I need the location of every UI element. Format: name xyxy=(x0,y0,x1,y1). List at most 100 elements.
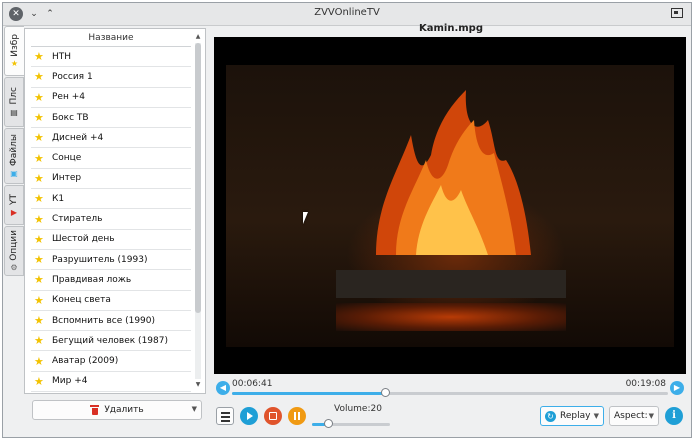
list-item[interactable]: ★ Россия 1 xyxy=(31,67,191,88)
chevron-down-icon[interactable]: ▼ xyxy=(594,412,599,420)
seek-back-icon[interactable]: ◀ xyxy=(216,381,230,395)
volume-label: Volume:20 xyxy=(334,404,382,414)
window-title: ZVVOnlineTV xyxy=(314,7,380,18)
tab-options[interactable]: Опции ⚙ xyxy=(4,226,24,276)
list-item[interactable]: ★ К1 xyxy=(31,189,191,210)
play-button[interactable] xyxy=(240,407,258,425)
tab-files[interactable]: Файлы ▣ xyxy=(4,128,24,184)
channel-list: ★ НТН ★ Россия 1 ★ Рен +4 ★ Бокс ТВ ★ Дисней +4 ★ С… xyxy=(31,47,191,393)
trash-icon xyxy=(90,405,100,415)
star-icon: ★ xyxy=(34,90,44,104)
star-icon: ★ xyxy=(34,171,44,185)
scroll-up-icon[interactable]: ▲ xyxy=(194,33,202,41)
list-item[interactable]: ★ НТН xyxy=(31,47,191,68)
list-item[interactable]: ★ Дисней +4 xyxy=(31,128,191,149)
star-icon: ★ xyxy=(34,374,44,388)
list-item[interactable]: ★ Бокс ТВ xyxy=(31,108,191,129)
restore-icon[interactable] xyxy=(671,8,683,18)
list-item-label: Рен +4 xyxy=(52,92,85,103)
list-item[interactable]: ★ Аватар (2009) xyxy=(31,351,191,372)
file-icon: ▣ xyxy=(10,168,18,178)
list-item-label: Мир +4 xyxy=(52,376,88,387)
list-item-label: Шестой день xyxy=(52,234,115,245)
star-icon: ★ xyxy=(34,273,44,287)
replay-button[interactable]: ↻ Replay ▼ xyxy=(540,406,604,426)
list-item-label: Стиратель xyxy=(52,214,103,225)
seek-forward-icon[interactable]: ▶ xyxy=(670,381,684,395)
list-item-label: Вспомнить все (1990) xyxy=(52,315,156,326)
list-scrollbar[interactable]: ▲ ▼ xyxy=(194,33,202,389)
replay-icon: ↻ xyxy=(545,410,556,422)
menu-icon xyxy=(221,412,230,414)
scroll-thumb[interactable] xyxy=(195,43,201,313)
chevron-down-icon[interactable]: ▼ xyxy=(649,412,654,420)
list-item-label: Бокс ТВ xyxy=(52,112,89,123)
channel-list-panel: Название ★ НТН ★ Россия 1 ★ Рен +4 ★ Бокс ТВ ★ Ди… xyxy=(24,28,206,394)
list-item-label: Интер xyxy=(52,173,82,184)
star-icon: ★ xyxy=(34,70,44,84)
aspect-label: Aspect: xyxy=(614,411,648,421)
star-icon: ★ xyxy=(34,334,44,348)
scroll-track[interactable] xyxy=(195,43,201,379)
video-display[interactable] xyxy=(214,37,686,374)
star-icon: ★ xyxy=(34,253,44,267)
list-item[interactable]: ★ Вспомнить все (1990) xyxy=(31,311,191,332)
list-item-label: Правдивая ложь xyxy=(52,274,132,285)
list-item-label: НТН xyxy=(52,51,72,62)
star-icon: ★ xyxy=(34,212,44,226)
list-item[interactable]: ★ Стиратель xyxy=(31,209,191,230)
list-item[interactable]: ★ Сонце xyxy=(31,148,191,169)
list-item[interactable]: ★ Рен +4 xyxy=(31,88,191,108)
list-item-label: Дисней +4 xyxy=(52,132,104,143)
column-header-name[interactable]: Название xyxy=(31,33,191,47)
star-icon: ★ xyxy=(10,59,19,69)
list-item[interactable]: ★ Конец света xyxy=(31,291,191,311)
list-item-label: Сонце xyxy=(52,153,82,164)
tab-label: Избр xyxy=(9,33,20,57)
tab-label: Опции xyxy=(9,229,19,261)
star-icon: ★ xyxy=(34,131,44,145)
total-time: 00:19:08 xyxy=(625,379,666,389)
playlist-icon: ▤ xyxy=(10,107,18,117)
scroll-down-icon[interactable]: ▼ xyxy=(194,381,202,389)
volume-slider[interactable] xyxy=(312,419,390,428)
list-item[interactable]: ★ Мир +4 xyxy=(31,372,191,393)
list-item[interactable]: ★ Разрушитель (1993) xyxy=(31,250,191,271)
list-item[interactable]: ★ Бегущий человек (1987) xyxy=(31,331,191,352)
video-frame xyxy=(226,65,674,347)
star-icon: ★ xyxy=(34,354,44,368)
seek-handle[interactable] xyxy=(380,388,390,397)
list-item-label: Конец света xyxy=(52,295,111,306)
video-title: Kamin.mpg xyxy=(419,23,483,34)
seek-row: ◀ 00:06:41 00:19:08 ▶ xyxy=(214,379,688,397)
seek-progress-fill xyxy=(232,392,385,395)
aspect-dropdown[interactable]: Aspect: ▼ xyxy=(609,406,659,426)
delete-button[interactable]: Удалить ▼ xyxy=(32,400,202,420)
star-icon: ★ xyxy=(34,232,44,246)
star-icon: ★ xyxy=(34,151,44,165)
list-item[interactable]: ★ Интер xyxy=(31,169,191,190)
side-tabs: Избр ★ Плс ▤ Файлы ▣ YT ▶ Опции ⚙ xyxy=(4,26,24,276)
seek-slider[interactable] xyxy=(232,388,668,397)
pause-button[interactable] xyxy=(288,407,306,425)
tab-youtube[interactable]: YT ▶ xyxy=(4,185,24,225)
chevron-down-icon[interactable]: ▼ xyxy=(192,405,197,413)
menu-button[interactable] xyxy=(216,407,234,425)
list-item[interactable]: ★ Правдивая ложь xyxy=(31,270,191,291)
volume-handle[interactable] xyxy=(323,419,333,428)
list-item-label: Россия 1 xyxy=(52,71,93,82)
tab-favorites[interactable]: Избр ★ xyxy=(4,26,24,76)
star-icon: ★ xyxy=(34,50,44,64)
list-item[interactable]: ★ Шестой день xyxy=(31,230,191,250)
list-item-label: Аватар (2009) xyxy=(52,356,119,367)
tab-playlists[interactable]: Плс ▤ xyxy=(4,77,24,127)
tab-label: YT xyxy=(9,193,19,205)
list-item-label: Разрушитель (1993) xyxy=(52,254,148,265)
fireplace-coals xyxy=(336,303,566,331)
star-icon: ★ xyxy=(34,314,44,327)
star-icon: ★ xyxy=(34,111,44,125)
options-icon: ⚙ xyxy=(10,263,18,273)
stop-button[interactable] xyxy=(264,407,282,425)
info-icon[interactable]: i xyxy=(665,407,683,425)
delete-label: Удалить xyxy=(104,405,144,415)
